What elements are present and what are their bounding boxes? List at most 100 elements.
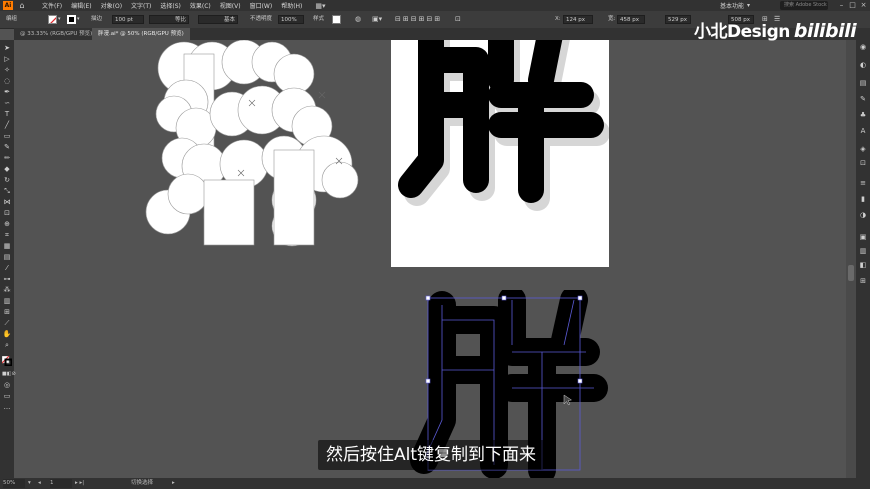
- gradient-tool-icon[interactable]: ▤: [2, 253, 12, 262]
- pen-tool-icon[interactable]: ✒: [2, 88, 12, 97]
- stroke-label[interactable]: 描边: [91, 15, 102, 24]
- type-tool-icon[interactable]: T: [2, 110, 12, 119]
- transparency-panel-icon[interactable]: ◑: [858, 210, 868, 220]
- fill-chevron-icon[interactable]: ▾: [58, 15, 61, 24]
- color-guide-icon[interactable]: ◐: [858, 60, 868, 70]
- more-tools-icon[interactable]: ···: [2, 405, 12, 414]
- tab-document-2[interactable]: 胖漫.ai* @ 50% (RGB/GPU 预览): [92, 28, 190, 40]
- pathfinder-panel-icon[interactable]: ◧: [858, 260, 868, 270]
- home-icon[interactable]: ⌂: [16, 1, 28, 10]
- transform-icon[interactable]: ⊡: [455, 15, 461, 24]
- selection-tool-icon[interactable]: ➤: [2, 44, 12, 53]
- maximize-icon[interactable]: □: [847, 0, 858, 11]
- eraser-tool-icon[interactable]: ◆: [2, 165, 12, 174]
- zoom-chevron-icon[interactable]: ▾: [28, 479, 31, 488]
- scrollbar-thumb[interactable]: [848, 265, 854, 281]
- direct-selection-tool-icon[interactable]: ▷: [2, 55, 12, 64]
- symbols-panel-icon[interactable]: ♣: [858, 110, 868, 120]
- shape-builder-tool-icon[interactable]: ⊕: [2, 220, 12, 229]
- arrange-documents-icon[interactable]: ▦▾: [315, 2, 325, 10]
- x-field[interactable]: 124 px: [563, 15, 593, 24]
- stroke-panel-icon[interactable]: ≡: [858, 178, 868, 188]
- object-type-label: 编组: [6, 16, 18, 22]
- color-panel-icon[interactable]: ◉: [858, 42, 868, 52]
- lasso-tool-icon[interactable]: ◌: [2, 77, 12, 86]
- menu-file[interactable]: 文件(F): [42, 1, 62, 10]
- close-icon[interactable]: ×: [858, 0, 869, 11]
- next-artboard-icon[interactable]: ▸ ▸|: [75, 479, 84, 488]
- screen-mode-icon[interactable]: ▭: [2, 392, 12, 401]
- menu-type[interactable]: 文字(T): [131, 1, 151, 10]
- appearance-panel-icon[interactable]: ▣: [858, 232, 868, 242]
- width-field[interactable]: 458 px: [617, 15, 645, 24]
- slice-tool-icon[interactable]: ⟋: [2, 319, 12, 328]
- black-character-art[interactable]: [391, 40, 610, 267]
- opacity-field[interactable]: 100%: [278, 15, 304, 24]
- y-field[interactable]: 529 px: [665, 15, 691, 24]
- curvature-tool-icon[interactable]: ∽: [2, 99, 12, 108]
- menu-view[interactable]: 视图(V): [220, 1, 241, 10]
- menu-select[interactable]: 选择(S): [160, 1, 181, 10]
- eyedropper-tool-icon[interactable]: ⁄: [2, 264, 12, 273]
- rectangle-tool-icon[interactable]: ▭: [2, 132, 12, 141]
- gradient-panel-icon[interactable]: ▮: [858, 194, 868, 204]
- vertical-scrollbar[interactable]: [846, 40, 856, 478]
- graph-tool-icon[interactable]: ▥: [2, 297, 12, 306]
- hand-tool-icon[interactable]: ✋: [2, 330, 12, 339]
- status-arrow-icon[interactable]: ▸: [172, 479, 175, 488]
- recolor-icon[interactable]: ◍: [355, 15, 361, 24]
- layers-panel-icon[interactable]: ◈: [858, 144, 868, 154]
- artboards-panel-icon[interactable]: ⊡: [858, 158, 868, 168]
- menu-help[interactable]: 帮助(H): [281, 1, 302, 10]
- align-to-icon[interactable]: ▣▾: [372, 15, 382, 24]
- brushes-panel-icon[interactable]: ✎: [858, 94, 868, 104]
- stroke-chevron-icon[interactable]: ▾: [77, 15, 80, 24]
- variable-width-profile[interactable]: 等比: [149, 15, 189, 24]
- stroke-swatch[interactable]: [67, 15, 76, 24]
- perspective-grid-tool-icon[interactable]: ⌗: [2, 231, 12, 240]
- blend-tool-icon[interactable]: ⊶: [2, 275, 12, 284]
- paintbrush-tool-icon[interactable]: ✎: [2, 143, 12, 152]
- zoom-field[interactable]: 50%: [3, 479, 25, 488]
- fill-stroke-icon[interactable]: [1, 355, 13, 367]
- width-tool-icon[interactable]: ⋈: [2, 198, 12, 207]
- workspace-switcher[interactable]: 基本功能: [720, 1, 744, 10]
- mesh-tool-icon[interactable]: ▦: [2, 242, 12, 251]
- stock-search-input[interactable]: 搜索 Adobe Stock: [780, 1, 828, 10]
- brush-definition[interactable]: 基本: [198, 15, 238, 24]
- blob-character-art[interactable]: [144, 40, 364, 250]
- canvas[interactable]: [14, 40, 846, 478]
- pencil-tool-icon[interactable]: ✏: [2, 154, 12, 163]
- tab-document-1[interactable]: @ 33.33% (RGB/GPU 预览): [14, 28, 98, 40]
- opacity-label[interactable]: 不透明度: [250, 15, 272, 24]
- drawing-mode-icon[interactable]: ◎: [2, 381, 12, 390]
- artboard[interactable]: [391, 40, 610, 267]
- scale-tool-icon[interactable]: ⤡: [2, 187, 12, 196]
- symbol-sprayer-tool-icon[interactable]: ⁂: [2, 286, 12, 295]
- prev-artboard-icon[interactable]: ◂: [38, 479, 41, 488]
- character-panel-icon[interactable]: A: [858, 126, 868, 136]
- line-tool-icon[interactable]: ╱: [2, 121, 12, 130]
- minimize-icon[interactable]: –: [836, 0, 847, 11]
- align-icons[interactable]: ⊟⊞⊟⊞⊟⊞: [395, 15, 442, 24]
- zoom-tool-icon[interactable]: ⌕: [2, 341, 12, 350]
- menu-edit[interactable]: 编辑(E): [71, 1, 91, 10]
- swatches-panel-icon[interactable]: ▤: [858, 78, 868, 88]
- stroke-weight-field[interactable]: 100 pt: [112, 15, 144, 24]
- magic-wand-tool-icon[interactable]: ✧: [2, 66, 12, 75]
- watermark-text: 小北Design: [694, 22, 790, 42]
- menu-object[interactable]: 对象(O): [101, 1, 122, 10]
- free-transform-tool-icon[interactable]: ⊡: [2, 209, 12, 218]
- style-swatch[interactable]: [332, 15, 341, 24]
- x-label: X:: [555, 16, 561, 22]
- transform-panel-icon[interactable]: ⊞: [858, 276, 868, 286]
- color-mode-icons[interactable]: ■◧⊘: [2, 370, 16, 379]
- menu-effect[interactable]: 效果(C): [190, 1, 211, 10]
- app-logo: Ai: [3, 1, 13, 10]
- menu-window[interactable]: 窗口(W): [250, 1, 273, 10]
- align-panel-icon[interactable]: ▥: [858, 246, 868, 256]
- artboard-tool-icon[interactable]: ⊞: [2, 308, 12, 317]
- artboard-number-field[interactable]: 1: [50, 479, 72, 488]
- rotate-tool-icon[interactable]: ↻: [2, 176, 12, 185]
- fill-swatch[interactable]: [48, 15, 57, 24]
